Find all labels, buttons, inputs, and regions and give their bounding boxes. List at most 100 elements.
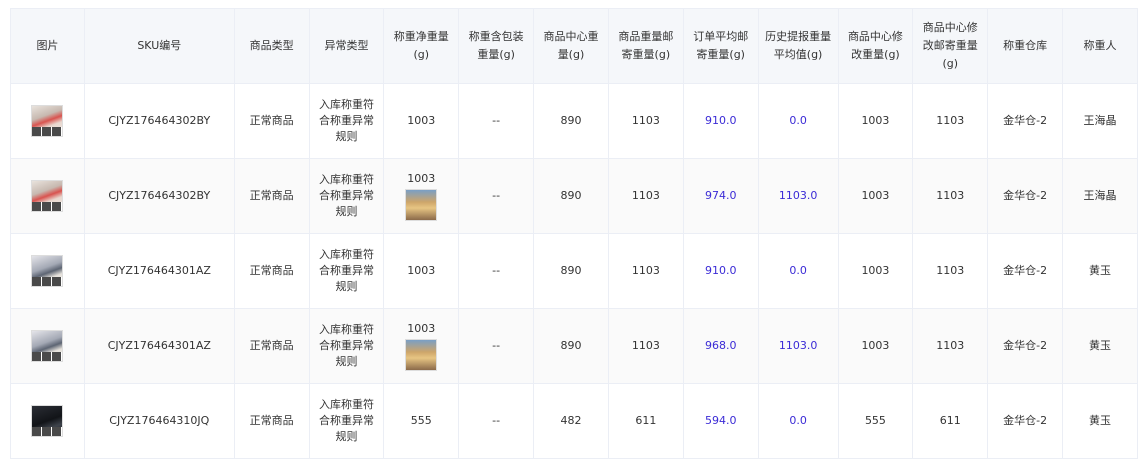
col-header-warehouse: 称重仓库: [987, 8, 1064, 84]
type-cell: 正常商品: [233, 158, 310, 234]
warehouse-cell: 金华仓-2: [987, 233, 1064, 309]
col-header-weigher: 称重人: [1062, 8, 1138, 84]
col-header-mod-weight: 商品中心修改重量(g): [837, 8, 914, 84]
mod-weight-cell: 1003: [837, 233, 914, 309]
mod-mail-weight-cell: 1103: [912, 233, 989, 309]
package-weight-cell: --: [458, 383, 535, 459]
net-weight-value: 1003: [407, 114, 436, 127]
abnormal-cell: 入库称重符合称重异常规则: [308, 308, 385, 384]
warehouse-cell: 金华仓-2: [987, 158, 1064, 234]
weigh-photo-icon[interactable]: [405, 189, 438, 221]
weigher-cell: 黄玉: [1062, 308, 1138, 384]
history-avg-cell: 0.0: [757, 383, 839, 459]
mail-weight-cell: 1103: [607, 158, 684, 234]
mod-weight-cell: 555: [837, 383, 914, 459]
net-weight-value: 1003: [407, 322, 436, 335]
net-weight-value: 1003: [407, 172, 436, 185]
col-header-mod-mail-weight: 商品中心修改邮寄重量(g): [912, 8, 989, 84]
table-row: CJYZ176464302BY 正常商品 入库称重符合称重异常规则 1003 -…: [10, 158, 1138, 234]
col-header-type: 商品类型: [233, 8, 310, 84]
weigher-cell: 黄玉: [1062, 233, 1138, 309]
weight-table-container: 图片 SKU编号 商品类型 异常类型 称重净重量(g) 称重含包装重量(g) 商…: [10, 8, 1138, 459]
net-weight-value: 555: [410, 414, 432, 427]
product-thumb-icon[interactable]: [31, 330, 64, 362]
history-avg-link[interactable]: 0.0: [789, 264, 807, 277]
col-header-mail-weight: 商品重量邮寄重量(g): [607, 8, 684, 84]
net-weight-cell: 1003: [383, 158, 460, 234]
mod-weight-cell: 1003: [837, 308, 914, 384]
history-avg-link[interactable]: 1103.0: [779, 339, 818, 352]
net-weight-cell: 1003: [383, 83, 460, 159]
history-avg-cell: 0.0: [757, 233, 839, 309]
abnormal-cell: 入库称重符合称重异常规则: [308, 383, 385, 459]
col-header-image: 图片: [10, 8, 85, 84]
history-avg-link[interactable]: 1103.0: [779, 189, 818, 202]
weight-abnormal-table: 图片 SKU编号 商品类型 异常类型 称重净重量(g) 称重含包装重量(g) 商…: [10, 8, 1138, 459]
package-weight-cell: --: [458, 308, 535, 384]
center-weight-cell: 890: [533, 233, 609, 309]
order-avg-cell: 968.0: [682, 308, 759, 384]
mod-weight-cell: 1003: [837, 83, 914, 159]
table-row: CJYZ176464301AZ 正常商品 入库称重符合称重异常规则 1003 -…: [10, 233, 1138, 309]
order-avg-cell: 910.0: [682, 233, 759, 309]
col-header-order-avg: 订单平均邮寄重量(g): [682, 8, 759, 84]
type-cell: 正常商品: [233, 308, 310, 384]
order-avg-link[interactable]: 910.0: [705, 114, 737, 127]
sku-cell: CJYZ176464302BY: [83, 83, 235, 159]
mod-mail-weight-cell: 1103: [912, 308, 989, 384]
table-header-row: 图片 SKU编号 商品类型 异常类型 称重净重量(g) 称重含包装重量(g) 商…: [10, 8, 1138, 84]
col-header-net-weight: 称重净重量(g): [383, 8, 460, 84]
center-weight-cell: 890: [533, 83, 609, 159]
history-avg-cell: 1103.0: [757, 158, 839, 234]
weigher-cell: 黄玉: [1062, 383, 1138, 459]
type-cell: 正常商品: [233, 83, 310, 159]
col-header-sku: SKU编号: [83, 8, 235, 84]
warehouse-cell: 金华仓-2: [987, 83, 1064, 159]
order-avg-link[interactable]: 974.0: [705, 189, 737, 202]
history-avg-link[interactable]: 0.0: [789, 414, 807, 427]
center-weight-cell: 890: [533, 308, 609, 384]
warehouse-cell: 金华仓-2: [987, 383, 1064, 459]
net-weight-value: 1003: [407, 264, 436, 277]
sku-cell: CJYZ176464302BY: [83, 158, 235, 234]
order-avg-cell: 594.0: [682, 383, 759, 459]
table-row: CJYZ176464302BY 正常商品 入库称重符合称重异常规则 1003 -…: [10, 83, 1138, 159]
col-header-package-weight: 称重含包装重量(g): [458, 8, 535, 84]
mail-weight-cell: 611: [607, 383, 684, 459]
mod-mail-weight-cell: 611: [912, 383, 989, 459]
net-weight-cell: 1003: [383, 233, 460, 309]
mail-weight-cell: 1103: [607, 83, 684, 159]
weigher-cell: 王海晶: [1062, 83, 1138, 159]
package-weight-cell: --: [458, 83, 535, 159]
order-avg-link[interactable]: 594.0: [705, 414, 737, 427]
weigh-photo-icon[interactable]: [405, 339, 438, 371]
abnormal-cell: 入库称重符合称重异常规则: [308, 83, 385, 159]
package-weight-cell: --: [458, 158, 535, 234]
weigher-cell: 王海晶: [1062, 158, 1138, 234]
sku-cell: CJYZ176464310JQ: [83, 383, 235, 459]
net-weight-cell: 555: [383, 383, 460, 459]
mail-weight-cell: 1103: [607, 233, 684, 309]
warehouse-cell: 金华仓-2: [987, 308, 1064, 384]
col-header-abnormal: 异常类型: [308, 8, 385, 84]
history-avg-link[interactable]: 0.0: [789, 114, 807, 127]
type-cell: 正常商品: [233, 383, 310, 459]
mail-weight-cell: 1103: [607, 308, 684, 384]
order-avg-link[interactable]: 910.0: [705, 264, 737, 277]
sku-cell: CJYZ176464301AZ: [83, 233, 235, 309]
mod-weight-cell: 1003: [837, 158, 914, 234]
product-thumb-icon[interactable]: [31, 180, 64, 212]
abnormal-cell: 入库称重符合称重异常规则: [308, 233, 385, 309]
order-avg-link[interactable]: 968.0: [705, 339, 737, 352]
order-avg-cell: 974.0: [682, 158, 759, 234]
table-row: CJYZ176464310JQ 正常商品 入库称重符合称重异常规则 555 --…: [10, 383, 1138, 459]
center-weight-cell: 890: [533, 158, 609, 234]
order-avg-cell: 910.0: [682, 83, 759, 159]
product-thumb-icon[interactable]: [31, 255, 64, 287]
col-header-history-avg: 历史提报重量平均值(g): [757, 8, 839, 84]
product-thumb-icon[interactable]: [31, 105, 64, 137]
mod-mail-weight-cell: 1103: [912, 158, 989, 234]
type-cell: 正常商品: [233, 233, 310, 309]
product-thumb-icon[interactable]: [31, 405, 64, 437]
history-avg-cell: 1103.0: [757, 308, 839, 384]
